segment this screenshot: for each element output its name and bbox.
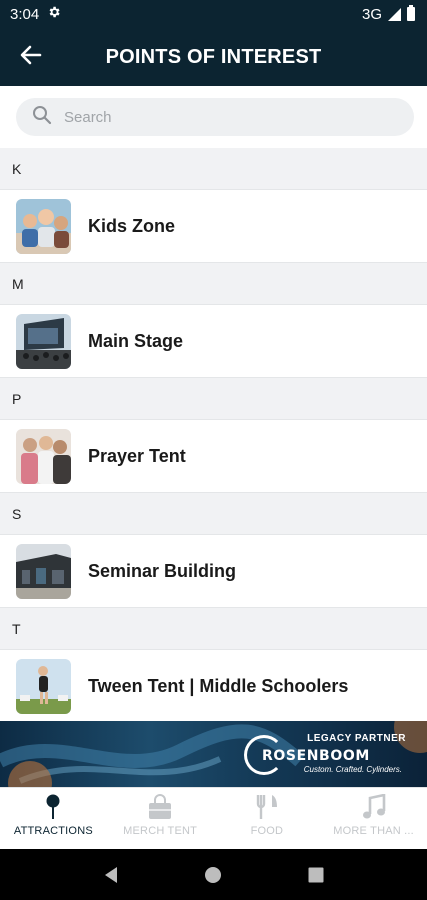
- tab-more-than[interactable]: MORE THAN ...: [320, 788, 427, 849]
- system-home-button[interactable]: [193, 855, 233, 895]
- bottom-nav: ATTRACTIONS MERCH TENT FOOD MORE THAN ..…: [0, 787, 427, 849]
- list-item-label: Tween Tent | Middle Schoolers: [88, 675, 349, 696]
- section-header-s: S: [0, 493, 427, 535]
- tab-label: ATTRACTIONS: [13, 825, 93, 837]
- list-item-seminar-building[interactable]: Seminar Building: [0, 535, 427, 608]
- section-letter: M: [12, 275, 24, 292]
- ad-tagline: Custom. Crafted. Cylinders.: [303, 765, 402, 774]
- system-back-button[interactable]: [91, 855, 131, 895]
- section-header-k: K: [0, 148, 427, 190]
- sponsor-ad-banner[interactable]: LEGACY PARTNER ROSENBOOM Custom. Crafted…: [0, 721, 427, 787]
- list-item-label: Prayer Tent: [88, 445, 186, 466]
- tab-label: MERCH TENT: [123, 825, 198, 837]
- tab-label: FOOD: [250, 825, 284, 837]
- arrow-left-icon: [20, 45, 42, 70]
- list-item-prayer-tent[interactable]: Prayer Tent: [0, 420, 427, 493]
- list-item-label: Main Stage: [88, 330, 184, 351]
- network-type: 3G: [361, 5, 382, 23]
- tab-attractions[interactable]: ATTRACTIONS: [0, 788, 107, 849]
- circle-home-icon: [205, 866, 222, 883]
- system-nav-bar: [0, 849, 427, 900]
- shopping-bag-icon: [147, 792, 173, 820]
- map-pin-icon: [45, 792, 61, 820]
- status-bar: 3:04 3G: [0, 0, 427, 28]
- search-box[interactable]: [16, 98, 414, 136]
- search-bar: [0, 86, 427, 148]
- seminar-building-thumbnail: [16, 543, 71, 599]
- ad-partner-label: LEGACY PARTNER: [307, 733, 406, 744]
- square-recents-icon: [308, 867, 324, 882]
- section-letter: S: [12, 505, 22, 522]
- signal-icon: [388, 7, 401, 21]
- search-input[interactable]: [64, 108, 364, 126]
- search-icon: [32, 105, 52, 130]
- prayer-tent-thumbnail: [16, 428, 71, 484]
- list-item-kids-zone[interactable]: Kids Zone: [0, 190, 427, 263]
- gear-icon: [47, 5, 61, 23]
- section-letter: P: [12, 390, 22, 407]
- section-letter: T: [12, 620, 21, 637]
- page-title: POINTS OF INTEREST: [105, 45, 322, 68]
- music-note-icon: [362, 792, 386, 820]
- tween-tent-thumbnail: [16, 658, 71, 714]
- section-header-t: T: [0, 608, 427, 650]
- status-right: 3G: [361, 5, 415, 23]
- battery-icon: [407, 5, 415, 21]
- section-header-m: M: [0, 263, 427, 305]
- section-header-p: P: [0, 378, 427, 420]
- kids-zone-thumbnail: [16, 198, 71, 254]
- list-item-label: Seminar Building: [88, 560, 237, 581]
- status-left: 3:04: [10, 5, 61, 23]
- tab-merch-tent[interactable]: MERCH TENT: [107, 788, 214, 849]
- ad-text: LEGACY PARTNER ROSENBOOM Custom. Crafted…: [262, 733, 406, 774]
- main-stage-thumbnail: [16, 313, 71, 369]
- list-item-label: Kids Zone: [88, 215, 176, 236]
- app-header: POINTS OF INTEREST: [0, 28, 427, 86]
- section-letter: K: [12, 160, 22, 177]
- poi-list: K Kids Zone M Main Stage P Prayer Tent S…: [0, 148, 427, 723]
- status-time: 3:04: [10, 5, 40, 23]
- list-item-main-stage[interactable]: Main Stage: [0, 305, 427, 378]
- back-button[interactable]: [14, 42, 48, 72]
- fork-knife-icon: [255, 792, 279, 820]
- system-recents-button[interactable]: [296, 855, 336, 895]
- tab-food[interactable]: FOOD: [214, 788, 321, 849]
- triangle-back-icon: [105, 866, 118, 883]
- tab-label: MORE THAN ...: [333, 825, 414, 837]
- list-item-tween-tent[interactable]: Tween Tent | Middle Schoolers: [0, 650, 427, 723]
- ad-brand-name: ROSENBOOM: [262, 748, 370, 764]
